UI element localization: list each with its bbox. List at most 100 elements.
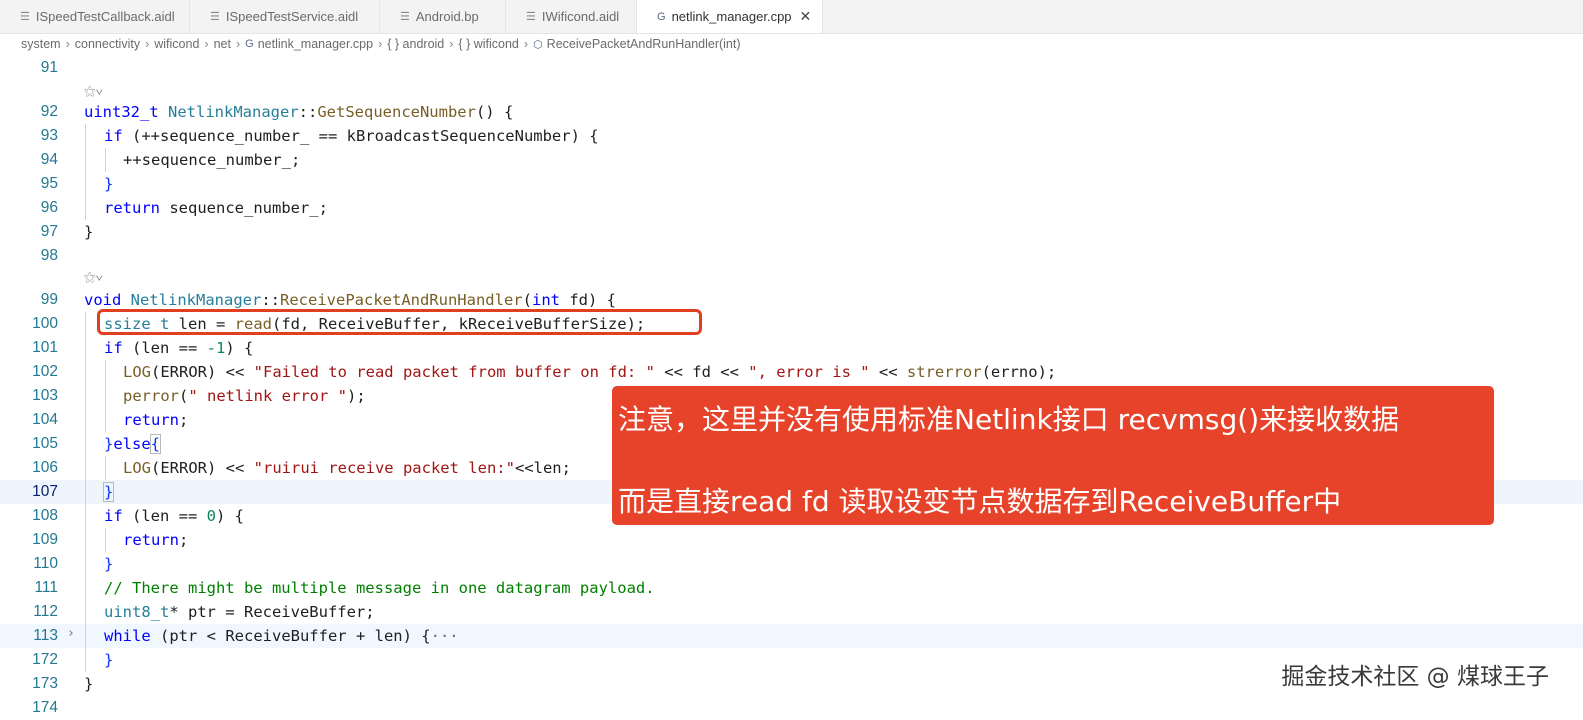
tab-netlink-manager[interactable]: G netlink_manager.cpp ✕ bbox=[637, 0, 823, 33]
indent-guide bbox=[85, 384, 86, 408]
code-line: 93 if (++sequence_number_ == kBroadcastS… bbox=[0, 124, 1583, 148]
breadcrumb-namespace-android[interactable]: { } android bbox=[387, 37, 444, 51]
token: } bbox=[84, 223, 94, 241]
chevron-right-icon: › bbox=[449, 37, 454, 51]
token: LOG bbox=[123, 459, 151, 477]
token: :: bbox=[298, 103, 318, 121]
code-text: } bbox=[104, 554, 113, 574]
token: } bbox=[104, 555, 114, 573]
token: perror bbox=[123, 387, 179, 405]
line-number: 93 bbox=[40, 127, 58, 144]
code-line: 102 LOG(ERROR) << "Failed to read packet… bbox=[0, 360, 1583, 384]
watermark: 掘金技术社区 @ 煤球王子 bbox=[1281, 664, 1549, 690]
token: uint8_t bbox=[104, 603, 170, 621]
list-icon: ☰ bbox=[20, 11, 30, 23]
token: ; bbox=[179, 411, 189, 429]
annotation-line-1: 注意，这里并没有使用标准Netlink接口 recvmsg()来接收数据 bbox=[618, 403, 1400, 436]
token: ) { bbox=[216, 507, 245, 525]
folded-ellipsis[interactable]: ··· bbox=[431, 627, 459, 645]
line-number: 109 bbox=[32, 531, 58, 548]
indent-guide bbox=[105, 148, 106, 172]
token: if bbox=[104, 507, 123, 525]
code-line: 98 bbox=[0, 244, 1583, 268]
line-number: 97 bbox=[40, 223, 58, 240]
indent-guide bbox=[105, 528, 106, 552]
indent-guide bbox=[85, 480, 86, 504]
token: void bbox=[84, 291, 122, 309]
indent-guide bbox=[85, 336, 86, 360]
token: ; bbox=[179, 531, 189, 549]
breadcrumb-file[interactable]: netlink_manager.cpp bbox=[258, 37, 373, 51]
codelens-icon[interactable]: ⚝∨ bbox=[84, 84, 103, 99]
tab-android-bp[interactable]: ☰ Android.bp bbox=[380, 0, 506, 33]
token: (ERROR) << bbox=[151, 459, 254, 477]
line-number: 113 bbox=[33, 627, 58, 644]
tab-ispeedtestcallback[interactable]: ☰ ISpeedTestCallback.aidl bbox=[0, 0, 190, 33]
code-text: } bbox=[102, 482, 115, 502]
chevron-right-icon[interactable]: › bbox=[67, 626, 75, 641]
close-icon[interactable]: ✕ bbox=[800, 8, 812, 25]
token: uint32_t bbox=[84, 103, 159, 121]
tab-label: netlink_manager.cpp bbox=[671, 9, 792, 24]
token: return bbox=[104, 199, 160, 217]
token: " netlink error " bbox=[188, 387, 347, 405]
token: // There might be multiple message in on… bbox=[104, 579, 655, 597]
code-text: LOG(ERROR) << "Failed to read packet fro… bbox=[123, 362, 1056, 382]
code-text: if (len == -1) { bbox=[104, 338, 253, 358]
codelens-icon[interactable]: ⚝∨ bbox=[84, 270, 103, 285]
token: sequence_number_; bbox=[160, 199, 328, 217]
indent-guide bbox=[105, 408, 106, 432]
code-line: 112 uint8_t* ptr = ReceiveBuffer; bbox=[0, 600, 1583, 624]
list-icon: ☰ bbox=[210, 11, 220, 23]
line-number: 100 bbox=[32, 315, 58, 332]
token: int bbox=[531, 291, 560, 309]
tab-label: Android.bp bbox=[415, 9, 479, 24]
line-number: 105 bbox=[32, 435, 58, 452]
breadcrumb-method[interactable]: ReceivePacketAndRunHandler(int) bbox=[547, 37, 741, 51]
tab-iwificond[interactable]: ☰ IWificond.aidl bbox=[506, 0, 637, 33]
token: :: bbox=[261, 291, 280, 309]
token: "Failed to read packet from buffer on fd… bbox=[253, 363, 655, 381]
chevron-right-icon: › bbox=[523, 37, 529, 51]
indent-guide bbox=[105, 456, 106, 480]
token: << fd << bbox=[654, 363, 749, 381]
tab-label: ISpeedTestService.aidl bbox=[225, 9, 359, 24]
token: } bbox=[104, 651, 114, 669]
breadcrumb-namespace-wificond[interactable]: { } wificond bbox=[458, 37, 518, 51]
code-text: } bbox=[84, 222, 93, 242]
line-number: 99 bbox=[40, 291, 58, 308]
indent-guide bbox=[85, 624, 86, 648]
breadcrumb-system[interactable]: system bbox=[21, 37, 61, 51]
token: (++sequence_number_ == kBroadcastSequenc… bbox=[122, 127, 599, 145]
token: (ptr < ReceiveBuffer + len) { bbox=[150, 627, 431, 645]
code-text: ++sequence_number_; bbox=[123, 150, 300, 170]
tab-ispeedtestservice[interactable]: ☰ ISpeedTestService.aidl bbox=[190, 0, 380, 33]
code-line: 97 } bbox=[0, 220, 1583, 244]
code-line: 174 bbox=[0, 696, 1583, 720]
line-number: 104 bbox=[32, 411, 58, 428]
code-text: uint8_t* ptr = ReceiveBuffer; bbox=[104, 602, 375, 622]
indent-guide bbox=[85, 124, 86, 148]
annotation-line-2: 而是直接read fd 读取设变节点数据存到ReceiveBuffer中 bbox=[618, 485, 1342, 518]
line-number: 94 bbox=[40, 151, 58, 168]
token: ( bbox=[522, 291, 532, 309]
line-number: 106 bbox=[32, 459, 58, 476]
token: { bbox=[149, 434, 162, 454]
code-line: 96 return sequence_number_; bbox=[0, 196, 1583, 220]
editor-tab-bar: ☰ ISpeedTestCallback.aidl ☰ ISpeedTestSe… bbox=[0, 0, 1583, 34]
codelens-row: ⚝∨ bbox=[0, 266, 1583, 290]
code-line: 110 } bbox=[0, 552, 1583, 576]
token: } bbox=[84, 675, 94, 693]
token: ++sequence_number_; bbox=[123, 151, 301, 169]
breadcrumb-net[interactable]: net bbox=[214, 37, 231, 51]
code-editor[interactable]: 91 ⚝∨ 92 uint32_t NetlinkManager::GetSeq… bbox=[0, 56, 1583, 716]
indent-guide bbox=[85, 648, 86, 672]
code-text: LOG(ERROR) << "ruirui receive packet len… bbox=[123, 458, 571, 478]
list-icon: ☰ bbox=[526, 11, 536, 23]
token: (ERROR) << bbox=[151, 363, 254, 381]
line-number: 103 bbox=[32, 387, 58, 404]
token: else bbox=[113, 435, 151, 453]
code-text: if (len == 0) { bbox=[104, 506, 244, 526]
breadcrumb-connectivity[interactable]: connectivity bbox=[75, 37, 140, 51]
breadcrumb-wificond[interactable]: wificond bbox=[154, 37, 199, 51]
